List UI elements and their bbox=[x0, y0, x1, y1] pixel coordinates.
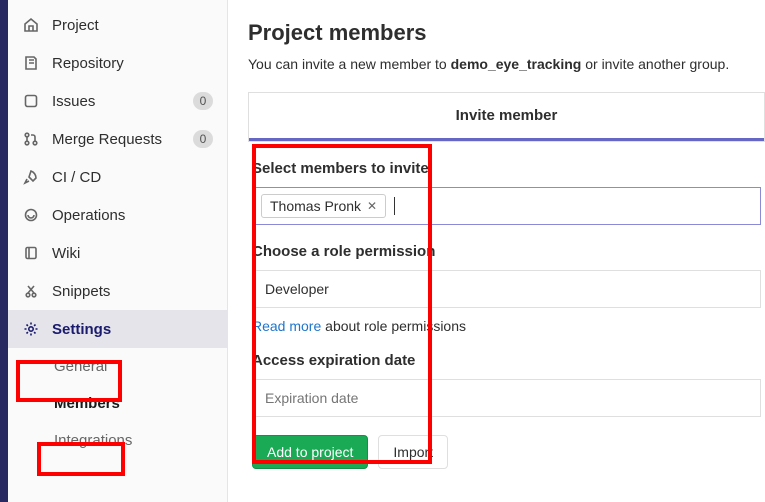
import-button[interactable]: Import bbox=[378, 435, 448, 469]
role-help: Read more about role permissions bbox=[252, 318, 761, 334]
sidebar: Project Repository Issues 0 Merge Reques… bbox=[8, 0, 228, 502]
book-icon bbox=[22, 244, 40, 262]
nav-label: Operations bbox=[52, 207, 213, 224]
nav-issues[interactable]: Issues 0 bbox=[8, 82, 227, 120]
merge-request-icon bbox=[22, 130, 40, 148]
repository-icon bbox=[22, 54, 40, 72]
role-select[interactable]: Developer bbox=[252, 270, 761, 308]
nav-settings[interactable]: Settings bbox=[8, 310, 227, 348]
invite-form: Select members to invite Thomas Pronk ✕ … bbox=[248, 142, 765, 469]
intro-text: You can invite a new member to demo_eye_… bbox=[248, 56, 765, 72]
expiration-label: Access expiration date bbox=[252, 352, 761, 369]
nav-label: Repository bbox=[52, 55, 213, 72]
nav-label: Snippets bbox=[52, 283, 213, 300]
issues-badge: 0 bbox=[193, 92, 213, 110]
nav-project[interactable]: Project bbox=[8, 6, 227, 44]
member-token[interactable]: Thomas Pronk ✕ bbox=[261, 194, 386, 218]
nav-operations[interactable]: Operations bbox=[8, 196, 227, 234]
nav-snippets[interactable]: Snippets bbox=[8, 272, 227, 310]
page-title: Project members bbox=[248, 20, 765, 46]
members-input[interactable]: Thomas Pronk ✕ bbox=[252, 187, 761, 225]
add-to-project-button[interactable]: Add to project bbox=[252, 435, 368, 469]
snippets-icon bbox=[22, 282, 40, 300]
nav-repository[interactable]: Repository bbox=[8, 44, 227, 82]
intro-post: or invite another group. bbox=[581, 56, 729, 72]
main-content: Project members You can invite a new mem… bbox=[228, 0, 765, 502]
merge-badge: 0 bbox=[193, 130, 213, 148]
read-more-link[interactable]: Read more bbox=[252, 318, 321, 334]
remove-token-icon[interactable]: ✕ bbox=[367, 199, 377, 213]
expiration-input[interactable] bbox=[252, 379, 761, 417]
rocket-icon bbox=[22, 168, 40, 186]
role-label: Choose a role permission bbox=[252, 243, 761, 260]
gear-icon bbox=[22, 320, 40, 338]
settings-members[interactable]: Members bbox=[8, 385, 227, 422]
tab-bar: Invite member bbox=[248, 92, 765, 142]
nav-label: Merge Requests bbox=[52, 131, 193, 148]
nav-merge-requests[interactable]: Merge Requests 0 bbox=[8, 120, 227, 158]
tab-invite-member[interactable]: Invite member bbox=[249, 93, 764, 141]
button-row: Add to project Import bbox=[252, 435, 761, 469]
nav-label: Issues bbox=[52, 93, 193, 110]
select-members-label: Select members to invite bbox=[252, 160, 761, 177]
member-token-name: Thomas Pronk bbox=[270, 198, 361, 214]
text-cursor bbox=[394, 197, 395, 215]
settings-integrations[interactable]: Integrations bbox=[8, 422, 227, 459]
issues-icon bbox=[22, 92, 40, 110]
home-icon bbox=[22, 16, 40, 34]
nav-wiki[interactable]: Wiki bbox=[8, 234, 227, 272]
dark-edge bbox=[0, 0, 8, 502]
read-more-text: about role permissions bbox=[321, 318, 466, 334]
operations-icon bbox=[22, 206, 40, 224]
nav-label: Settings bbox=[52, 321, 213, 338]
nav-cicd[interactable]: CI / CD bbox=[8, 158, 227, 196]
nav-label: Project bbox=[52, 17, 213, 34]
nav-label: Wiki bbox=[52, 245, 213, 262]
intro-project: demo_eye_tracking bbox=[451, 56, 582, 72]
settings-general[interactable]: General bbox=[8, 348, 227, 385]
nav-label: CI / CD bbox=[52, 169, 213, 186]
intro-pre: You can invite a new member to bbox=[248, 56, 451, 72]
